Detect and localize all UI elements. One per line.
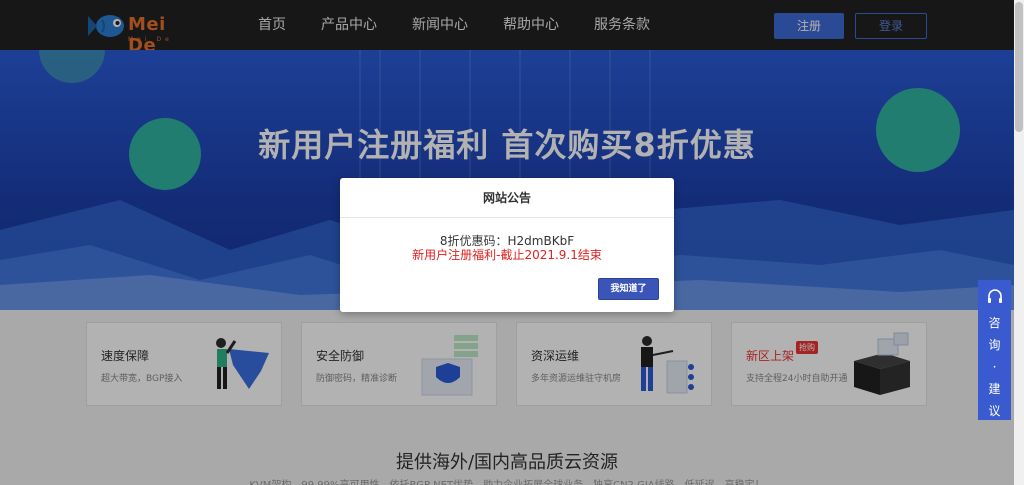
acknowledge-button[interactable]: 我知道了 — [598, 278, 659, 300]
announcement-modal: 网站公告 8折优惠码：H2dmBKbF 新用户注册福利-截止2021.9.1结束… — [340, 178, 674, 312]
consult-char: · — [992, 360, 997, 374]
consult-char: 询 — [988, 338, 1001, 352]
consult-sidebar-button[interactable]: 咨 询 · 建 议 — [978, 280, 1011, 420]
modal-title: 网站公告 — [340, 178, 674, 218]
scrollbar-thumb[interactable] — [1015, 2, 1023, 132]
consult-char: 建 — [988, 382, 1001, 396]
consult-label: 咨 询 · 建 议 — [978, 312, 1011, 422]
promo-deadline-text: 新用户注册福利-截止2021.9.1结束 — [412, 248, 602, 262]
headset-icon — [988, 289, 1002, 303]
consult-char: 咨 — [988, 316, 1001, 330]
page-scrollbar[interactable] — [1014, 0, 1024, 485]
consult-char: 议 — [988, 404, 1001, 418]
